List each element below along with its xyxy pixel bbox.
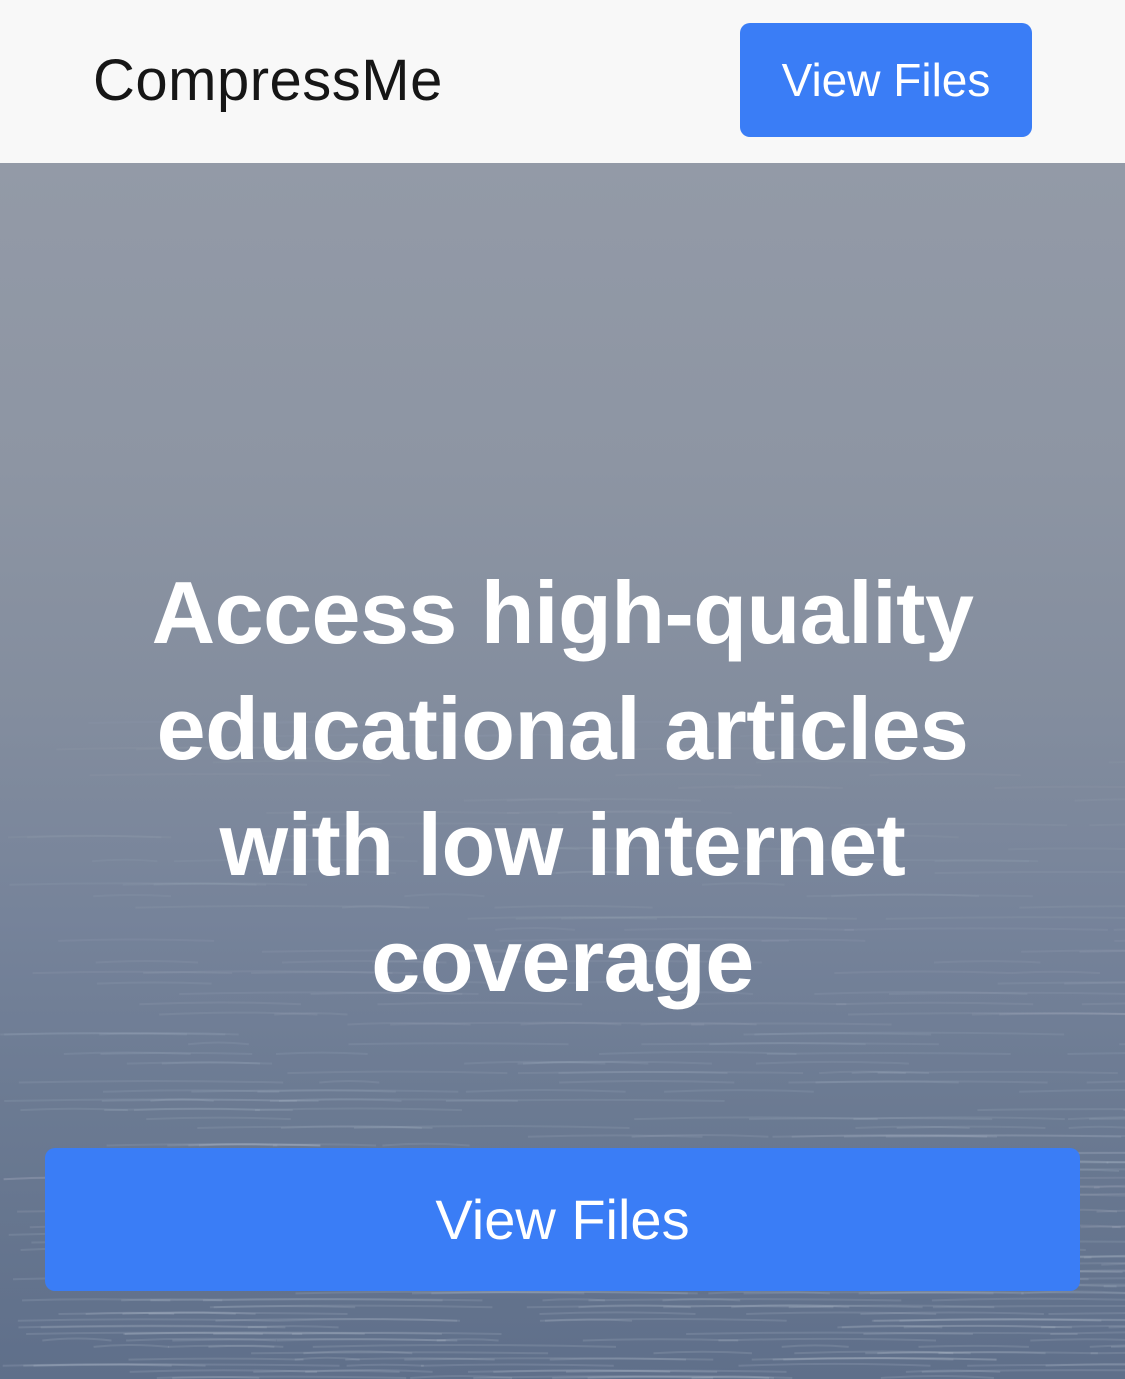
water-ripple <box>1019 1088 1125 1093</box>
water-ripple <box>348 1042 569 1046</box>
water-ripple <box>1096 1209 1125 1213</box>
water-ripple <box>921 1369 1125 1373</box>
water-ripple <box>1090 1351 1125 1355</box>
water-ripple <box>18 1080 284 1084</box>
water-ripple <box>146 1116 291 1121</box>
water-ripple <box>746 1311 937 1315</box>
water-ripple <box>382 1142 470 1147</box>
hero-section: Access high-quality educational articles… <box>0 163 1125 1379</box>
water-ripple <box>278 1318 458 1322</box>
water-ripple <box>465 1089 626 1093</box>
water-ripple <box>582 1338 739 1342</box>
water-ripple <box>319 1080 380 1084</box>
water-ripple <box>1089 823 1125 827</box>
water-ripple <box>1119 1043 1125 1046</box>
water-ripple <box>1114 939 1125 942</box>
water-ripple <box>436 1338 499 1342</box>
water-ripple <box>653 1350 753 1355</box>
water-ripple <box>1089 1117 1125 1121</box>
water-ripple <box>294 1356 360 1361</box>
water-ripple <box>126 1061 273 1065</box>
hero-view-files-button[interactable]: View Files <box>45 1148 1080 1291</box>
brand-logo-text[interactable]: CompressMe <box>93 46 443 116</box>
water-ripple <box>104 1108 293 1112</box>
water-ripple <box>880 1375 994 1379</box>
water-ripple <box>588 1298 902 1302</box>
water-ripple <box>93 1344 170 1348</box>
water-ripple <box>100 1051 253 1055</box>
water-ripple <box>40 1325 267 1329</box>
water-ripple <box>1068 1125 1125 1129</box>
water-ripple <box>1106 1161 1125 1164</box>
water-ripple <box>1019 905 1125 909</box>
water-ripple <box>121 1298 223 1302</box>
water-ripple <box>664 1089 814 1093</box>
water-ripple <box>539 1318 787 1322</box>
water-ripple <box>1048 1312 1125 1315</box>
water-ripple <box>931 1297 1125 1302</box>
nav-view-files-button[interactable]: View Files <box>740 23 1032 137</box>
water-ripple <box>353 1125 630 1129</box>
hero-title: Access high-quality educational articles… <box>151 563 974 1010</box>
water-ripple <box>885 1134 1125 1138</box>
water-ripple <box>247 1325 339 1329</box>
water-ripple <box>1067 1052 1125 1055</box>
water-ripple <box>766 1052 1011 1055</box>
water-ripple <box>599 1051 797 1055</box>
water-ripple <box>1113 928 1125 931</box>
water-ripple <box>187 1041 250 1046</box>
water-ripple <box>287 1070 508 1075</box>
water-ripple <box>156 1375 260 1379</box>
water-ripple <box>918 1344 1029 1348</box>
water-ripple <box>275 1051 368 1055</box>
water-ripple <box>788 1080 1048 1084</box>
water-ripple <box>312 1343 617 1348</box>
water-ripple <box>1030 1338 1125 1342</box>
water-ripple <box>841 1324 1072 1329</box>
water-ripple <box>527 1134 703 1138</box>
water-ripple <box>42 1337 112 1342</box>
water-ripple <box>781 1344 849 1348</box>
water-ripple <box>445 1098 725 1102</box>
water-ripple <box>1012 970 1101 975</box>
water-ripple <box>128 1357 304 1361</box>
water-ripple <box>102 1089 280 1093</box>
water-ripple <box>977 1108 1125 1112</box>
water-ripple <box>873 1318 1125 1322</box>
water-ripple <box>783 1357 954 1361</box>
water-ripple <box>559 1079 735 1084</box>
water-ripple <box>1008 847 1125 851</box>
water-ripple <box>1086 1080 1125 1084</box>
water-ripple <box>539 1311 696 1315</box>
water-ripple <box>1109 761 1125 762</box>
water-ripple <box>1074 798 1125 802</box>
water-ripple <box>420 1363 614 1367</box>
water-ripple <box>1081 1002 1125 1006</box>
water-ripple <box>346 1363 424 1367</box>
water-ripple <box>520 1022 622 1026</box>
water-ripple <box>738 1362 931 1367</box>
water-ripple <box>718 1337 937 1342</box>
navbar: CompressMe View Files <box>0 0 1125 163</box>
water-ripple <box>863 1331 1078 1335</box>
water-ripple <box>755 1060 909 1065</box>
water-ripple <box>129 1369 318 1373</box>
landing-page: CompressMe View Files Access high-qualit… <box>0 0 1125 1379</box>
water-ripple <box>276 1338 446 1342</box>
water-ripple <box>17 1318 279 1322</box>
